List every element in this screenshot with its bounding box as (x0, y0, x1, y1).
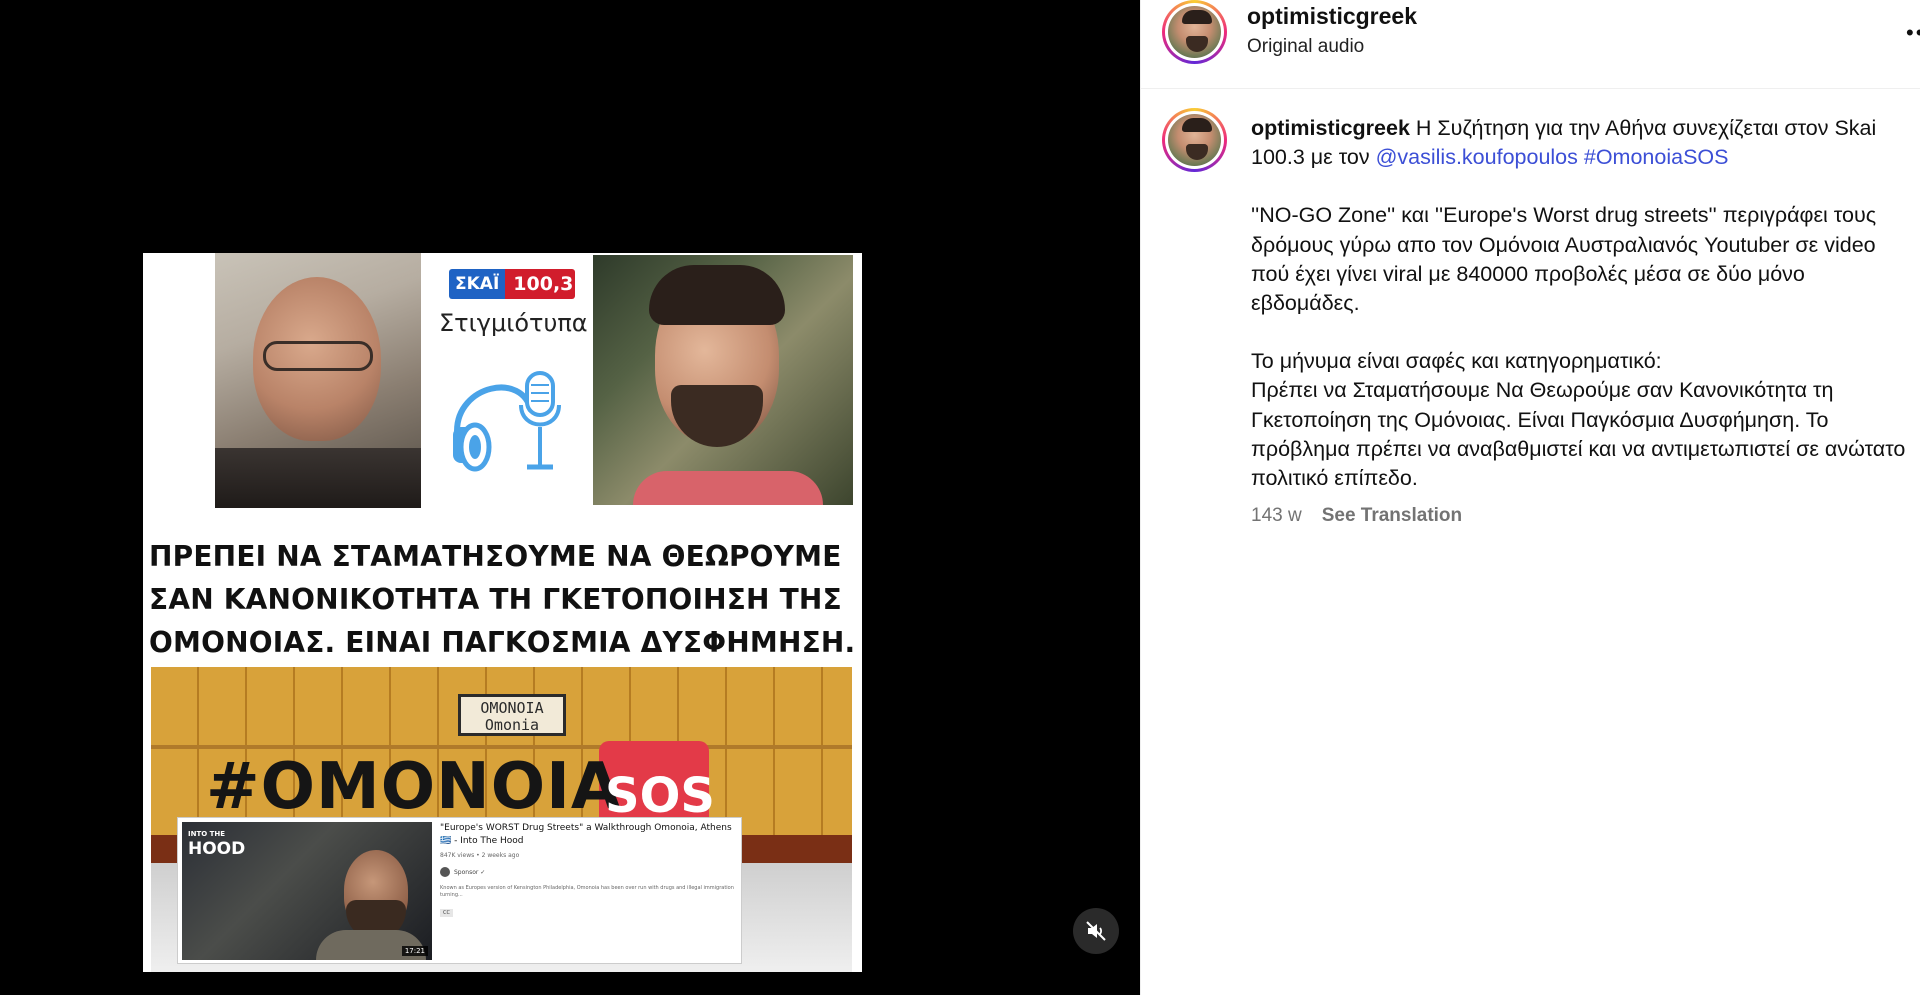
youtube-video-card: INTO THE HOOD 17:21 "Europe's WORST Drug… (177, 817, 742, 964)
station-sign-greek: ΟΜΟΝΟΙΑ (480, 699, 544, 717)
caption-meta: 143 w See Translation (1251, 505, 1462, 527)
post-time[interactable]: 143 w (1251, 505, 1302, 527)
mute-button[interactable] (1073, 908, 1119, 954)
hair-shape (649, 265, 785, 325)
caption-username[interactable]: optimisticgreek (1251, 116, 1410, 140)
guest-photo-right (593, 255, 853, 505)
video-frame[interactable]: ΣΚΑΪ 100,3 Στιγμιότυπα ΠΡΕΠΕΙ ΝΑ ΣΤΑΜΑΤΗ… (143, 253, 862, 972)
video-duration: 17:21 (401, 946, 428, 956)
hashtag-omonoia: #ΟΜΟΝΟΙΑ (206, 750, 622, 824)
caption-avatar[interactable] (1162, 108, 1227, 172)
station-sign: ΟΜΟΝΟΙΑ Omonia (458, 694, 566, 736)
cc-badge: CC (440, 909, 453, 917)
beard-shape (1186, 36, 1208, 52)
avatar-photo (1168, 6, 1221, 58)
speaker-muted-icon (1086, 921, 1106, 941)
hair-shape (1182, 118, 1212, 132)
original-audio-link[interactable]: Original audio (1247, 36, 1364, 58)
headline-line: ΠΡΕΠΕΙ ΝΑ ΣΤΑΜΑΤΗΣΟΥΜΕ ΝΑ ΘΕΩΡΟΥΜΕ (149, 540, 842, 573)
caption-paragraph-3-rest: Πρέπει να Σταματήσουμε Να Θεωρούμε σαν Κ… (1251, 378, 1906, 491)
skai-radio-badge: ΣΚΑΪ 100,3 (449, 269, 575, 299)
hashtag-link[interactable]: #OmonoiaSOS (1584, 145, 1729, 169)
mention-link[interactable]: @vasilis.koufopoulos (1376, 145, 1578, 169)
video-headline: ΠΡΕΠΕΙ ΝΑ ΣΤΑΜΑΤΗΣΟΥΜΕ ΝΑ ΘΕΩΡΟΥΜΕ ΣΑΝ Κ… (149, 535, 859, 664)
video-description: Known as Europes version of Kensington P… (440, 885, 734, 898)
channel-name: Sponsor ✓ (454, 868, 486, 876)
avatar-inner (1165, 111, 1224, 169)
video-meta: "Europe's WORST Drug Streets" a Walkthro… (440, 822, 738, 918)
into-the-hood-logo: INTO THE HOOD (188, 828, 245, 858)
post-header: optimisticgreek Original audio ••• (1141, 0, 1920, 89)
channel-avatar (440, 867, 450, 877)
hashtag-sos: SOS (605, 768, 715, 824)
hair-shape (1182, 10, 1212, 24)
media-pane: ΣΚΑΪ 100,3 Στιγμιότυπα ΠΡΕΠΕΙ ΝΑ ΣΤΑΜΑΤΗ… (0, 0, 1140, 995)
see-translation-button[interactable]: See Translation (1322, 505, 1462, 527)
station-sign-latin: Omonia (484, 716, 540, 734)
skai-badge-right: 100,3 (505, 269, 575, 299)
headline-line: ΣΑΝ ΚΑΝΟΝΙΚΟΤΗΤΑ ΤΗ ΓΚΕΤΟΠΟΙΗΣΗ ΤΗΣ (149, 583, 842, 616)
avatar-photo (1168, 114, 1221, 166)
shirt-shape (215, 448, 421, 508)
skai-badge-left: ΣΚΑΪ (449, 269, 506, 299)
avatar-inner (1165, 3, 1224, 61)
caption-text: optimisticgreek Η Συζήτηση για την Αθήνα… (1251, 114, 1911, 493)
video-thumbnail: INTO THE HOOD 17:21 (182, 822, 432, 960)
metro-station-banner: ΟΜΟΝΟΙΑ Omonia #ΟΜΟΝΟΙΑ SOS INTO THE HOO… (151, 667, 852, 972)
caption-paragraph-3-line1: Το μήνυμα είναι σαφές και κατηγορηματικό… (1251, 349, 1662, 374)
segment-label: Στιγμιότυπα (439, 309, 588, 337)
headline-line: ΟΜΟΝΟΙΑΣ. ΕΙΝΑΙ ΠΑΓΚΟΣΜΙΑ ΔΥΣΦΗΜΗΣΗ. (149, 626, 856, 659)
guest-photo-left (215, 253, 421, 508)
video-stats: 847K views • 2 weeks ago (440, 852, 520, 859)
video-title: "Europe's WORST Drug Streets" a Walkthro… (440, 823, 732, 846)
headphones-microphone-icon (453, 371, 561, 472)
beard-shape (1186, 144, 1208, 160)
beard-shape (671, 385, 763, 447)
caption-paragraph-2: ''NO-GO Zone'' και ''Europe's Worst drug… (1251, 203, 1877, 316)
video-channel: Sponsor ✓ (440, 867, 738, 877)
post-sidebar: optimisticgreek Original audio ••• optim… (1140, 0, 1920, 995)
post-username[interactable]: optimisticgreek (1247, 3, 1417, 30)
avatar[interactable] (1162, 0, 1227, 64)
more-options-icon[interactable]: ••• (1906, 20, 1920, 46)
glasses-shape (263, 341, 373, 371)
shirt-shape (633, 471, 823, 505)
logo-big: HOOD (188, 839, 246, 859)
caption-paragraph-1: optimisticgreek Η Συζήτηση για την Αθήνα… (1251, 114, 1911, 172)
